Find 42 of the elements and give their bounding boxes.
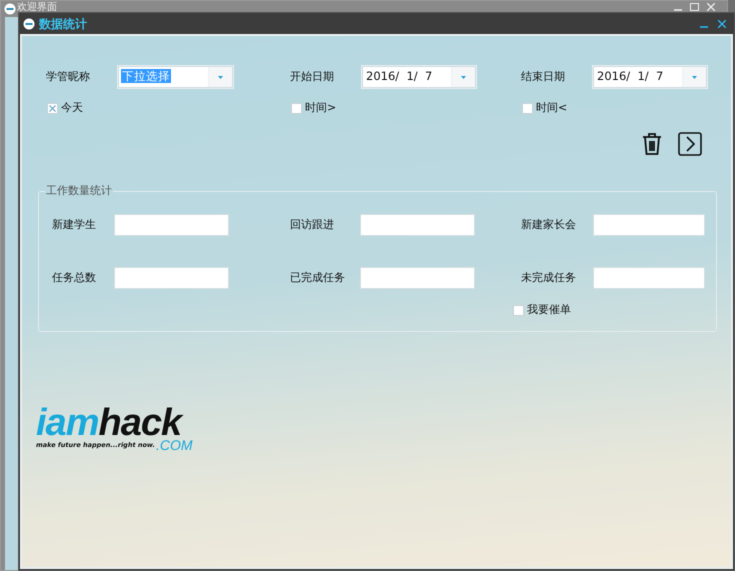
- checkbox-label: 时间<: [536, 100, 568, 116]
- logo-text: iam: [36, 407, 98, 439]
- field-label: 开始日期: [290, 68, 335, 85]
- app-logo-icon: [4, 3, 16, 15]
- checkbox[interactable]: [522, 102, 533, 114]
- field-label: 回访跟进: [290, 216, 335, 233]
- input-field[interactable]: [360, 214, 475, 236]
- window-title: 欢迎界面: [17, 2, 57, 14]
- checkbox[interactable]: [291, 102, 302, 114]
- checkbox[interactable]: [513, 304, 524, 316]
- input-field[interactable]: [593, 214, 705, 236]
- trash-icon[interactable]: [642, 132, 662, 156]
- date-picker[interactable]: 2016/ 1/ 7: [362, 66, 476, 88]
- app-logo-icon: [23, 18, 35, 30]
- checkbox-label: 今天: [61, 100, 83, 116]
- checkbox-label: 时间>: [305, 100, 336, 116]
- field-label: 新建学生: [52, 216, 97, 233]
- field-label: 结束日期: [521, 68, 566, 85]
- date-picker[interactable]: 2016/ 1/ 7: [593, 66, 707, 88]
- input-field[interactable]: [360, 267, 475, 289]
- maximize-icon[interactable]: [690, 2, 699, 10]
- input-field[interactable]: [593, 267, 705, 289]
- checkbox[interactable]: [47, 102, 58, 114]
- field-label: 已完成任务: [290, 270, 346, 286]
- field-label: 学管昵称: [46, 68, 91, 85]
- close-icon[interactable]: [718, 20, 726, 28]
- dropdown-value: 下拉选择: [121, 69, 171, 84]
- window-title: 数据统计: [39, 16, 87, 32]
- field-label: 未完成任务: [521, 270, 577, 286]
- dropdown-arrow-icon[interactable]: [692, 76, 697, 78]
- field-label: 任务总数: [52, 270, 97, 286]
- dropdown-arrow-icon[interactable]: [461, 76, 466, 78]
- dropdown-arrow-icon[interactable]: [218, 76, 223, 78]
- field-label: 新建家长会: [521, 216, 577, 233]
- checkbox-label: 我要催单: [527, 302, 571, 318]
- date-value: 2016/ 1/ 7: [365, 69, 434, 84]
- logo-text: hack: [98, 407, 182, 439]
- input-field[interactable]: [114, 214, 229, 236]
- date-value: 2016/ 1/ 7: [596, 69, 664, 84]
- group-title: 工作数量统计: [45, 184, 113, 198]
- input-field[interactable]: [114, 267, 229, 289]
- logo-suffix: .COM: [156, 438, 193, 452]
